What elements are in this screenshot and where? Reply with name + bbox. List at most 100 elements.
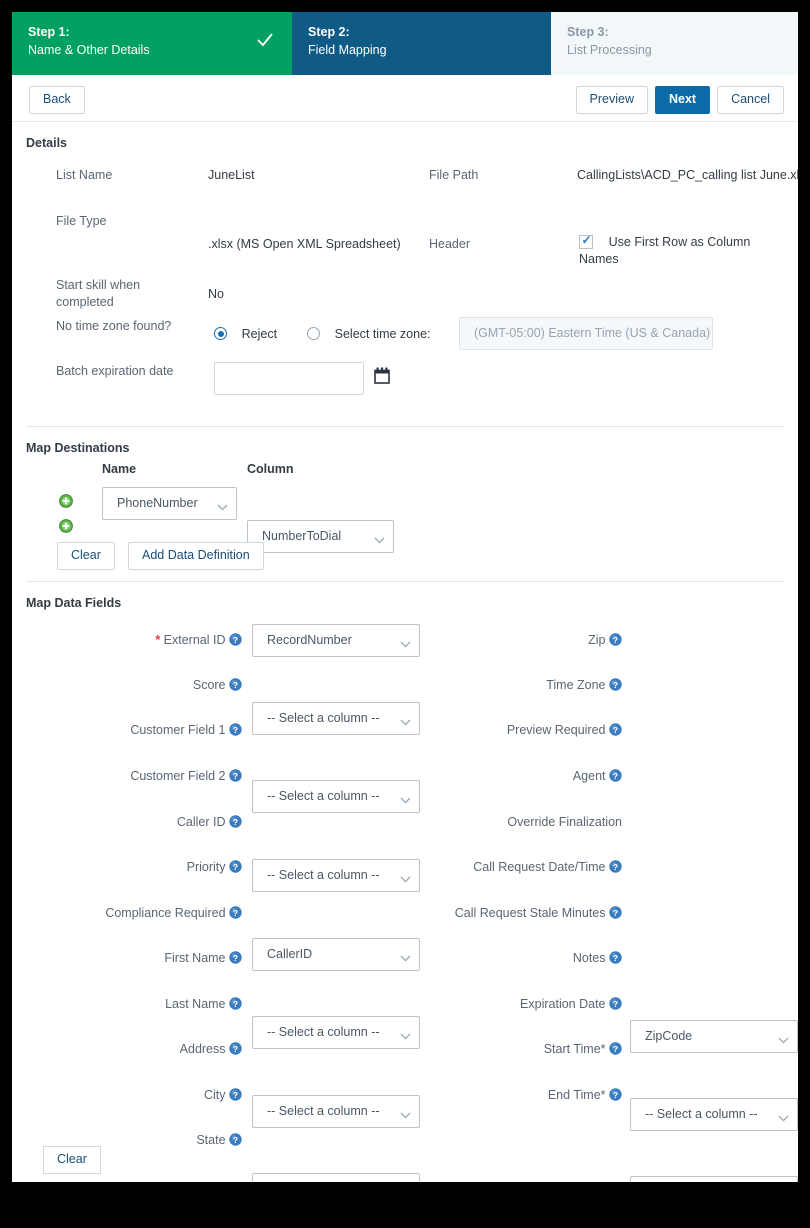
field-label-text: Address (179, 1042, 226, 1056)
help-icon[interactable]: ? (229, 678, 242, 691)
svg-text:?: ? (613, 635, 618, 645)
field-select-time-zone[interactable]: -- Select a column -- (630, 1098, 798, 1131)
svg-text:?: ? (233, 1135, 238, 1145)
field-select-customer-field-2[interactable]: -- Select a column -- (252, 859, 420, 892)
chevron-down-icon (217, 500, 228, 511)
field-select-score[interactable]: -- Select a column -- (252, 702, 420, 735)
cancel-button[interactable]: Cancel (717, 86, 784, 114)
value-start-skill: No (208, 287, 224, 301)
preview-button[interactable]: Preview (575, 86, 648, 114)
help-icon[interactable]: ? (609, 723, 622, 736)
wizard-step-3[interactable]: Step 3: List Processing (551, 12, 798, 75)
help-icon[interactable]: ? (229, 951, 242, 964)
step-1-label: Name & Other Details (28, 43, 150, 58)
help-icon[interactable]: ? (609, 951, 622, 964)
destination-column-value: NumberToDial (262, 529, 342, 543)
field-select-value: ZipCode (645, 1029, 693, 1043)
radio-select-timezone-group[interactable]: Select time zone: (307, 326, 431, 343)
field-label-city: City ? (56, 1087, 242, 1105)
help-icon[interactable]: ? (609, 769, 622, 782)
select-timezone-radio[interactable] (307, 327, 320, 340)
field-label-text: Expiration Date (520, 997, 606, 1011)
destination-name-select[interactable]: PhoneNumber (102, 487, 237, 520)
batch-expiration-input[interactable] (214, 362, 364, 395)
reject-radio[interactable] (214, 327, 227, 340)
help-icon[interactable]: ? (229, 633, 242, 646)
help-icon[interactable]: ? (229, 997, 242, 1010)
add-data-definition-button[interactable]: Add Data Definition (128, 542, 264, 570)
help-icon[interactable]: ? (609, 860, 622, 873)
label-batch-expiration: Batch expiration date (56, 364, 174, 378)
label-no-timezone: No time zone found? (56, 319, 172, 333)
back-button[interactable]: Back (29, 86, 85, 114)
field-select-first-name[interactable]: FirstName (252, 1173, 420, 1182)
field-label-first-name: First Name ? (56, 950, 242, 968)
field-label-text: Last Name (165, 997, 226, 1011)
field-label-customer-field-1: Customer Field 1 ? (56, 722, 242, 740)
help-icon[interactable]: ? (229, 723, 242, 736)
chevron-down-icon (400, 872, 411, 883)
value-file-path: CallingLists\ACD_PC_calling list June.xl… (577, 168, 798, 182)
help-icon[interactable]: ? (609, 906, 622, 919)
svg-text:?: ? (613, 771, 618, 781)
field-select-priority[interactable]: -- Select a column -- (252, 1016, 420, 1049)
map-data-fields-section: Map Data Fields * External ID ? RecordNum… (12, 582, 798, 1182)
svg-text:?: ? (233, 725, 238, 735)
destination-name-value: PhoneNumber (117, 496, 198, 510)
field-select-value: -- Select a column -- (267, 1104, 380, 1118)
step-3-number: Step 3: (567, 25, 609, 39)
field-select-value: RecordNumber (267, 633, 352, 647)
add-circle-icon-second[interactable] (59, 519, 73, 536)
field-label-text: External ID (163, 633, 226, 647)
field-label-text: Call Request Stale Minutes (454, 906, 606, 920)
field-select-customer-field-1[interactable]: -- Select a column -- (252, 780, 420, 813)
value-file-type: .xlsx (MS Open XML Spreadsheet) (208, 237, 401, 251)
field-label-last-name: Last Name ? (56, 996, 242, 1014)
map-destinations-clear-button[interactable]: Clear (57, 542, 115, 570)
field-select-caller-id[interactable]: CallerID (252, 938, 420, 971)
field-label-text: Priority (186, 860, 226, 874)
calendar-icon[interactable] (374, 367, 390, 387)
help-icon[interactable]: ? (609, 633, 622, 646)
svg-text:?: ? (613, 862, 618, 872)
help-icon[interactable]: ? (609, 678, 622, 691)
radio-reject-group[interactable]: Reject (214, 326, 277, 343)
svg-text:?: ? (613, 908, 618, 918)
field-select-compliance-required[interactable]: -- Select a column -- (252, 1095, 420, 1128)
chevron-down-icon (400, 793, 411, 804)
timezone-select[interactable]: (GMT-05:00) Eastern Time (US & Canada) (459, 317, 713, 350)
wizard-step-1[interactable]: Step 1: Name & Other Details (12, 12, 292, 75)
field-label-text: End Time* (547, 1088, 606, 1102)
svg-text:?: ? (233, 862, 238, 872)
field-label-caller-id: Caller ID ? (56, 814, 242, 832)
field-select-value: -- Select a column -- (267, 789, 380, 803)
help-icon[interactable]: ? (609, 1042, 622, 1055)
header-checkbox-group[interactable]: Use First Row as Column Names (579, 233, 784, 268)
field-select-preview-required[interactable]: -- Select a column -- (630, 1176, 798, 1182)
field-label-text: Agent (572, 769, 606, 783)
map-data-fields-clear-button[interactable]: Clear (43, 1146, 101, 1174)
help-icon[interactable]: ? (229, 769, 242, 782)
chevron-down-icon (400, 1108, 411, 1119)
help-icon[interactable]: ? (229, 1133, 242, 1146)
help-icon[interactable]: ? (229, 906, 242, 919)
help-icon[interactable]: ? (609, 1088, 622, 1101)
help-icon[interactable]: ? (229, 860, 242, 873)
add-circle-icon[interactable] (59, 494, 73, 511)
svg-text:?: ? (233, 999, 238, 1009)
field-label-text: Caller ID (176, 815, 226, 829)
value-list-name: JuneList (208, 168, 255, 182)
next-button[interactable]: Next (654, 86, 711, 114)
field-label-preview-required: Preview Required ? (444, 722, 622, 740)
use-first-row-checkbox[interactable] (579, 233, 593, 249)
label-file-type: File Type (56, 214, 107, 228)
chevron-down-icon (400, 1029, 411, 1040)
help-icon[interactable]: ? (229, 815, 242, 828)
help-icon[interactable]: ? (229, 1042, 242, 1055)
field-select-zip[interactable]: ZipCode (630, 1020, 798, 1053)
wizard-step-2[interactable]: Step 2: Field Mapping (292, 12, 551, 75)
help-icon[interactable]: ? (229, 1088, 242, 1101)
help-icon[interactable]: ? (609, 997, 622, 1010)
field-select-external-id[interactable]: RecordNumber (252, 624, 420, 657)
destination-column-select[interactable]: NumberToDial (247, 520, 394, 553)
